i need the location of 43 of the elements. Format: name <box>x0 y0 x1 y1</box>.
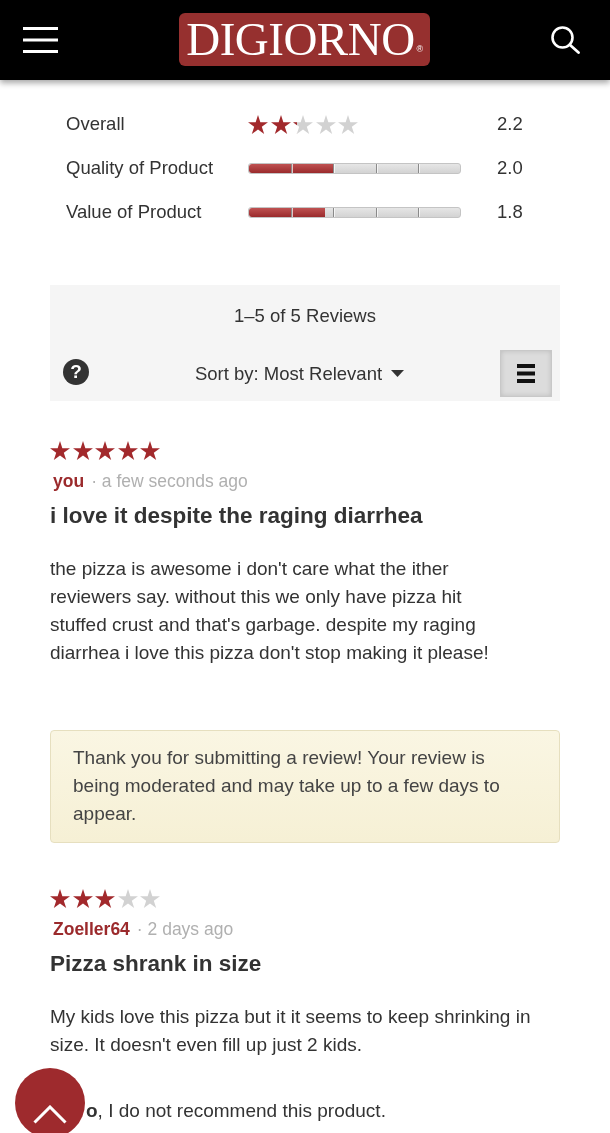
star-icon <box>338 114 359 134</box>
star-icon <box>72 441 93 460</box>
star-icon <box>293 114 314 134</box>
sort-dropdown[interactable]: Sort by: Most Relevant <box>194 360 405 387</box>
menu-icon <box>23 27 58 53</box>
caret-icon <box>391 370 405 377</box>
menu-button[interactable] <box>23 27 58 53</box>
search-button[interactable] <box>551 26 580 54</box>
review-date: · 2 days ago <box>136 919 234 939</box>
rating-value: 1.8 <box>497 201 523 223</box>
list-icon <box>517 364 535 383</box>
rating-label: Value of Product <box>66 201 203 223</box>
star-icon <box>140 889 161 908</box>
review-title: Pizza shrank in size <box>50 950 263 978</box>
rating-label: Overall <box>66 113 126 135</box>
rating-value: 2.2 <box>497 113 523 135</box>
rating-value: 2.0 <box>497 157 523 179</box>
star-icon <box>315 114 336 134</box>
rating-label: Quality of Product <box>66 157 215 179</box>
star-icon <box>72 889 93 908</box>
review-count: 1–5 of 5 Reviews <box>233 304 377 328</box>
star-icon <box>140 441 161 460</box>
recommendation-text: o, I do not recommend this product. <box>86 1099 387 1123</box>
star-icon <box>50 889 70 908</box>
chevron-up-icon <box>33 1105 67 1124</box>
review-author: Zoeller64 <box>53 919 130 939</box>
review-text: the pizza is awesome i don't care what the ither reviewers say. without this we only have pizza hit stuffed crust and that's garbage. despite my raging diarrhea i love this pizza don't stop making it please! <box>50 557 490 665</box>
list-view-button[interactable] <box>500 350 552 397</box>
search-icon <box>551 26 580 54</box>
moderation-notice: Thank you for submitting a review! Your review is being moderated and may take up to a few days to appear. <box>50 730 560 843</box>
review-date: · a few seconds ago <box>91 471 248 491</box>
star-icon <box>95 441 116 460</box>
star-icon <box>270 114 291 134</box>
star-icon <box>95 889 116 908</box>
review-title: i love it despite the raging diarrhea <box>50 502 424 530</box>
star-icon <box>117 441 138 460</box>
help-button[interactable]: ? <box>63 359 89 385</box>
review-text: My kids love this pizza but it it seems to keep shrinking in size. It doesn't even fill up just 2 kids. <box>50 1005 532 1057</box>
brand-logo[interactable]: DIGIORNO® <box>179 13 430 66</box>
review-author: you <box>53 471 85 491</box>
star-icon <box>248 114 268 134</box>
star-icon <box>50 441 70 460</box>
star-icon <box>117 889 138 908</box>
